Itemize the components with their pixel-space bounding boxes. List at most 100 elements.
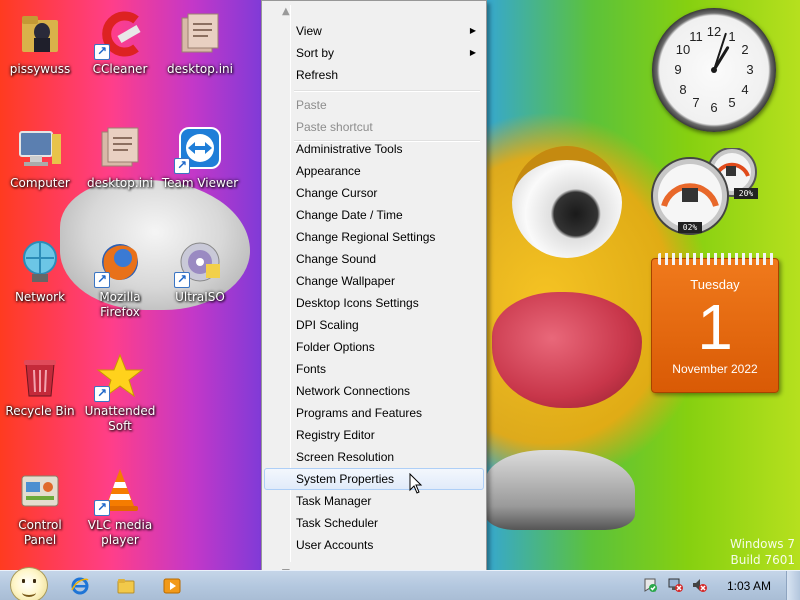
menu-item-screen-resolution[interactable]: Screen Resolution xyxy=(264,446,484,468)
desktop-context-menu[interactable]: ▲ View ▶ Sort by ▶ Refresh Paste Paste sho… xyxy=(261,0,487,583)
shortcut-arrow-icon: ↗ xyxy=(94,386,110,402)
cpu-meter-gadget[interactable]: 02% 20% xyxy=(650,147,800,240)
desktop-icon-ultraiso[interactable]: ↗ UltraISO xyxy=(161,238,239,305)
wallpaper-shoe xyxy=(485,450,635,530)
teamviewer-icon: ↗ xyxy=(174,124,224,174)
desktop-icon-firefox[interactable]: ↗ Mozilla Firefox xyxy=(81,238,159,320)
desktop-icon-ccleaner[interactable]: ↗ CCleaner xyxy=(81,10,159,77)
mouse-cursor-icon xyxy=(409,473,423,494)
menu-item-task-scheduler[interactable]: Task Scheduler xyxy=(264,512,484,534)
ini-file-icon xyxy=(176,10,224,58)
icon-label: VLC media player xyxy=(87,518,153,547)
control-panel-icon xyxy=(16,466,64,514)
calendar-weekday: Tuesday xyxy=(690,277,740,292)
icon-label: Computer xyxy=(10,176,70,190)
svg-text:1: 1 xyxy=(728,29,735,44)
svg-text:7: 7 xyxy=(692,95,699,110)
desktop-icon-pissywuss[interactable]: pissywuss xyxy=(1,10,79,77)
folder-figure-icon xyxy=(16,10,64,58)
desktop-icon-recycle-bin[interactable]: Recycle Bin xyxy=(1,352,79,419)
svg-text:12: 12 xyxy=(707,24,721,39)
network-tray-icon[interactable] xyxy=(668,577,684,593)
icon-label: Network xyxy=(14,290,66,304)
show-desktop-button[interactable] xyxy=(786,571,800,600)
shortcut-arrow-icon: ↗ xyxy=(174,272,190,288)
memory-usage-readout: 20% xyxy=(734,188,758,199)
menu-item-fonts[interactable]: Fonts xyxy=(264,358,484,380)
action-center-icon[interactable] xyxy=(642,577,658,593)
desktop-icon-desktop-ini-2[interactable]: desktop.ini xyxy=(81,124,159,191)
svg-text:3: 3 xyxy=(746,62,753,77)
menu-item-desktop-icons-settings[interactable]: Desktop Icons Settings xyxy=(264,292,484,314)
ini-file-icon xyxy=(96,124,144,172)
svg-text:5: 5 xyxy=(728,95,735,110)
volume-muted-icon[interactable] xyxy=(692,577,708,593)
menu-item-change-regional-settings[interactable]: Change Regional Settings xyxy=(264,226,484,248)
calendar-day-number: 1 xyxy=(697,291,733,363)
menu-item-user-accounts[interactable]: User Accounts xyxy=(264,534,484,556)
taskbar-internet-explorer[interactable] xyxy=(62,573,98,599)
desktop-icon-vlc[interactable]: ↗ VLC media player xyxy=(81,466,159,548)
menu-item-label: View xyxy=(296,24,322,38)
menu-item-refresh[interactable]: Refresh xyxy=(264,64,484,86)
menu-item-programs-and-features[interactable]: Programs and Features xyxy=(264,402,484,424)
recycle-bin-icon xyxy=(16,352,64,400)
wallpaper-tongue xyxy=(492,292,642,408)
taskbar-windows-explorer[interactable] xyxy=(108,573,144,599)
desktop-icon-computer[interactable]: Computer xyxy=(1,124,79,191)
clock-gadget[interactable]: 12 1 2 345 678 9 10 11 xyxy=(652,8,776,132)
menu-item-view[interactable]: View ▶ xyxy=(264,20,484,42)
taskbar[interactable]: 1:03 AM xyxy=(0,567,800,600)
menu-item-paste-shortcut: Paste shortcut xyxy=(296,120,373,134)
svg-text:6: 6 xyxy=(710,100,717,115)
shortcut-arrow-icon: ↗ xyxy=(174,158,190,174)
svg-text:9: 9 xyxy=(674,62,681,77)
menu-item-folder-options[interactable]: Folder Options xyxy=(264,336,484,358)
icon-label: Recycle Bin xyxy=(5,404,75,418)
submenu-arrow-icon: ▶ xyxy=(469,26,476,35)
cpu-usage-readout: 02% xyxy=(678,222,702,233)
svg-text:2: 2 xyxy=(741,42,748,57)
menu-item-registry-editor[interactable]: Registry Editor xyxy=(264,424,484,446)
network-icon xyxy=(16,238,64,286)
shortcut-arrow-icon: ↗ xyxy=(94,272,110,288)
windows-explorer-icon xyxy=(117,579,135,594)
calendar-gadget[interactable]: Tuesday 1 November 2022 xyxy=(651,253,779,393)
menu-item-network-connections[interactable]: Network Connections xyxy=(264,380,484,402)
icon-label: CCleaner xyxy=(92,62,148,76)
menu-item-label: Sort by xyxy=(296,46,335,60)
menu-item-change-wallpaper[interactable]: Change Wallpaper xyxy=(264,270,484,292)
menu-item-sort-by[interactable]: Sort by ▶ xyxy=(264,42,484,64)
scroll-up-icon[interactable]: ▲ xyxy=(282,7,290,17)
menu-item-change-date-time[interactable]: Change Date / Time xyxy=(264,204,484,226)
menu-item-system-properties[interactable]: System Properties xyxy=(264,468,484,490)
menu-item-task-manager[interactable]: Task Manager xyxy=(264,490,484,512)
desktop-icon-network[interactable]: Network xyxy=(1,238,79,305)
menu-item-administrative-tools[interactable]: Administrative Tools xyxy=(264,138,484,160)
desktop-icon-unattended-soft[interactable]: ↗ Unattended Soft xyxy=(81,352,159,434)
taskbar-media-player[interactable] xyxy=(154,573,190,599)
desktop-icon-team-viewer[interactable]: ↗ Team Viewer xyxy=(161,124,239,191)
taskbar-clock[interactable]: 1:03 AM xyxy=(722,571,776,600)
icon-label: UltraISO xyxy=(175,290,225,304)
icon-label: desktop.ini xyxy=(87,176,153,190)
icon-label: Unattended Soft xyxy=(84,404,156,433)
shortcut-arrow-icon: ↗ xyxy=(94,500,110,516)
internet-explorer-icon xyxy=(71,577,89,595)
desktop-icon-control-panel[interactable]: Control Panel xyxy=(1,466,79,548)
desktop-icon-desktop-ini[interactable]: desktop.ini xyxy=(161,10,239,77)
cpu-meter-dials xyxy=(651,147,757,235)
svg-text:4: 4 xyxy=(741,82,748,97)
menu-item-change-sound[interactable]: Change Sound xyxy=(264,248,484,270)
menu-item-appearance[interactable]: Appearance xyxy=(264,160,484,182)
firefox-icon: ↗ xyxy=(94,238,144,288)
calendar-rings xyxy=(658,253,774,265)
menu-item-dpi-scaling[interactable]: DPI Scaling xyxy=(264,314,484,336)
shortcut-arrow-icon: ↗ xyxy=(94,44,110,60)
start-button[interactable] xyxy=(10,567,48,600)
menu-item-change-cursor[interactable]: Change Cursor xyxy=(264,182,484,204)
icon-label: Control Panel xyxy=(18,518,62,547)
computer-icon xyxy=(16,124,64,172)
icon-label: pissywuss xyxy=(9,62,71,76)
menu-separator xyxy=(294,90,480,92)
